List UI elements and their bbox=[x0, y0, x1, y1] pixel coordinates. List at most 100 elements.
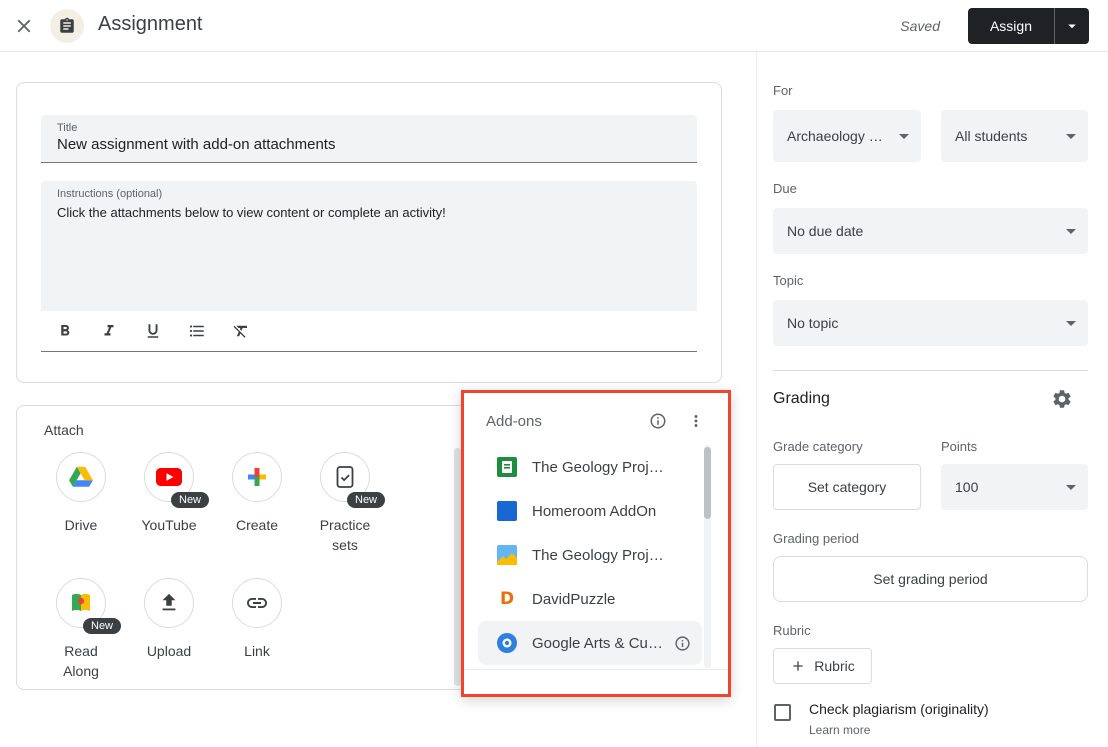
learn-more-link[interactable]: Learn more bbox=[809, 723, 870, 737]
students-select[interactable]: All students bbox=[941, 110, 1088, 162]
assign-button[interactable]: Assign bbox=[968, 8, 1054, 44]
attach-upload-button[interactable]: Upload bbox=[125, 578, 213, 681]
attach-label: YouTube bbox=[141, 515, 196, 535]
grading-settings-button[interactable] bbox=[1051, 388, 1075, 412]
bulleted-list-icon bbox=[188, 322, 206, 340]
link-circle bbox=[232, 578, 282, 628]
attach-practice-sets-button[interactable]: New Practice sets bbox=[301, 452, 389, 555]
points-select[interactable]: 100 bbox=[941, 464, 1088, 510]
instructions-field-label: Instructions (optional) bbox=[41, 181, 697, 200]
title-field[interactable]: Title New assignment with add-on attachm… bbox=[41, 115, 697, 163]
attach-row-2: New Read Along Upload Link bbox=[37, 578, 301, 681]
set-category-button[interactable]: Set category bbox=[773, 464, 921, 510]
info-icon bbox=[649, 412, 667, 430]
settings-sidebar: For Archaeology … All students Due No du… bbox=[756, 52, 1108, 747]
topic-select[interactable]: No topic bbox=[773, 300, 1088, 346]
attach-scrollbar[interactable] bbox=[454, 448, 461, 686]
close-button[interactable] bbox=[12, 14, 36, 38]
addon-item-davidpuzzle[interactable]: D DavidPuzzle bbox=[478, 577, 702, 621]
bold-icon bbox=[56, 322, 74, 340]
attach-drive-button[interactable]: Drive bbox=[37, 452, 125, 555]
top-bar: Assignment Saved Assign bbox=[0, 0, 1108, 52]
instructions-wrap: Instructions (optional) Click the attach… bbox=[41, 181, 697, 352]
create-plus-icon bbox=[245, 465, 269, 489]
addons-scrollbar-thumb[interactable] bbox=[704, 447, 711, 519]
assign-split-button: Assign bbox=[968, 8, 1089, 44]
link-icon bbox=[245, 591, 269, 615]
addon-item-geology-1[interactable]: The Geology Proj… bbox=[478, 445, 702, 489]
davidpuzzle-icon: D bbox=[496, 588, 518, 610]
assignment-form-card: Title New assignment with add-on attachm… bbox=[16, 82, 722, 383]
addons-footer-divider bbox=[464, 669, 728, 670]
attach-label: Upload bbox=[147, 641, 191, 661]
grade-category-label: Grade category bbox=[773, 439, 863, 454]
plagiarism-label: Check plagiarism (originality) bbox=[809, 701, 989, 717]
upload-circle bbox=[144, 578, 194, 628]
attach-label: Practice sets bbox=[310, 515, 380, 555]
addons-popup: Add-ons The Geology Proj… Homeroom AddOn bbox=[461, 390, 731, 697]
underline-icon bbox=[144, 322, 162, 340]
sidebar-divider bbox=[773, 370, 1088, 371]
chevron-down-icon bbox=[1066, 485, 1076, 490]
underline-button[interactable] bbox=[141, 319, 165, 343]
points-label: Points bbox=[941, 439, 977, 454]
due-label: Due bbox=[773, 181, 797, 196]
addons-info-button[interactable] bbox=[646, 409, 670, 433]
chevron-down-icon bbox=[1066, 229, 1076, 234]
close-icon bbox=[13, 15, 35, 37]
set-grading-period-button[interactable]: Set grading period bbox=[773, 556, 1088, 602]
plagiarism-checkbox[interactable] bbox=[774, 704, 791, 721]
for-label: For bbox=[773, 83, 793, 98]
gear-icon bbox=[1051, 388, 1073, 410]
topic-label: Topic bbox=[773, 273, 803, 288]
attach-row-1: Drive New YouTube bbox=[37, 452, 389, 555]
upload-icon bbox=[158, 592, 180, 614]
addon-label: The Geology Proj… bbox=[532, 459, 664, 476]
grading-heading: Grading bbox=[773, 390, 830, 408]
addon-label: Google Arts & Cu… bbox=[532, 635, 663, 652]
attach-label: Create bbox=[236, 515, 278, 535]
assign-dropdown-button[interactable] bbox=[1054, 8, 1089, 44]
assignment-type-icon-badge bbox=[50, 9, 84, 43]
info-icon bbox=[674, 635, 691, 652]
google-arts-culture-icon bbox=[496, 632, 518, 654]
clear-formatting-button[interactable] bbox=[229, 319, 253, 343]
bold-button[interactable] bbox=[53, 319, 77, 343]
due-date-select[interactable]: No due date bbox=[773, 208, 1088, 254]
plus-icon bbox=[790, 658, 806, 674]
addon-info-button[interactable] bbox=[670, 631, 694, 655]
attach-youtube-button[interactable]: New YouTube bbox=[125, 452, 213, 555]
practice-sets-icon bbox=[334, 465, 356, 489]
addon-item-google-arts-culture[interactable]: Google Arts & Cu… bbox=[478, 621, 702, 665]
italic-icon bbox=[100, 322, 118, 340]
attach-link-button[interactable]: Link bbox=[213, 578, 301, 681]
clear-formatting-icon bbox=[232, 322, 250, 340]
new-badge: New bbox=[347, 492, 385, 508]
addons-more-button[interactable] bbox=[684, 409, 708, 433]
add-rubric-button[interactable]: Rubric bbox=[773, 648, 872, 684]
more-vert-icon bbox=[687, 412, 705, 430]
italic-button[interactable] bbox=[97, 319, 121, 343]
new-badge: New bbox=[83, 618, 121, 634]
addons-list: The Geology Proj… Homeroom AddOn The Geo… bbox=[464, 445, 728, 665]
save-status: Saved bbox=[900, 18, 940, 34]
drive-circle bbox=[56, 452, 106, 502]
bulleted-list-button[interactable] bbox=[185, 319, 209, 343]
assignment-page: Assignment Saved Assign Title New assign… bbox=[0, 0, 1108, 747]
new-badge: New bbox=[171, 492, 209, 508]
chevron-down-icon bbox=[1066, 134, 1076, 139]
attach-label: Link bbox=[244, 641, 270, 661]
addons-title: Add-ons bbox=[486, 413, 542, 430]
assignment-clipboard-icon bbox=[58, 17, 76, 35]
addon-label: The Geology Proj… bbox=[532, 547, 664, 564]
instructions-field[interactable]: Instructions (optional) Click the attach… bbox=[41, 181, 697, 311]
class-select[interactable]: Archaeology … bbox=[773, 110, 921, 162]
addon-item-geology-2[interactable]: The Geology Proj… bbox=[478, 533, 702, 577]
geology-project-2-icon bbox=[496, 544, 518, 566]
title-field-label: Title bbox=[41, 115, 697, 134]
grading-period-label: Grading period bbox=[773, 531, 859, 546]
youtube-icon bbox=[155, 466, 183, 488]
attach-create-button[interactable]: Create bbox=[213, 452, 301, 555]
addon-item-homeroom[interactable]: Homeroom AddOn bbox=[478, 489, 702, 533]
attach-read-along-button[interactable]: New Read Along bbox=[37, 578, 125, 681]
